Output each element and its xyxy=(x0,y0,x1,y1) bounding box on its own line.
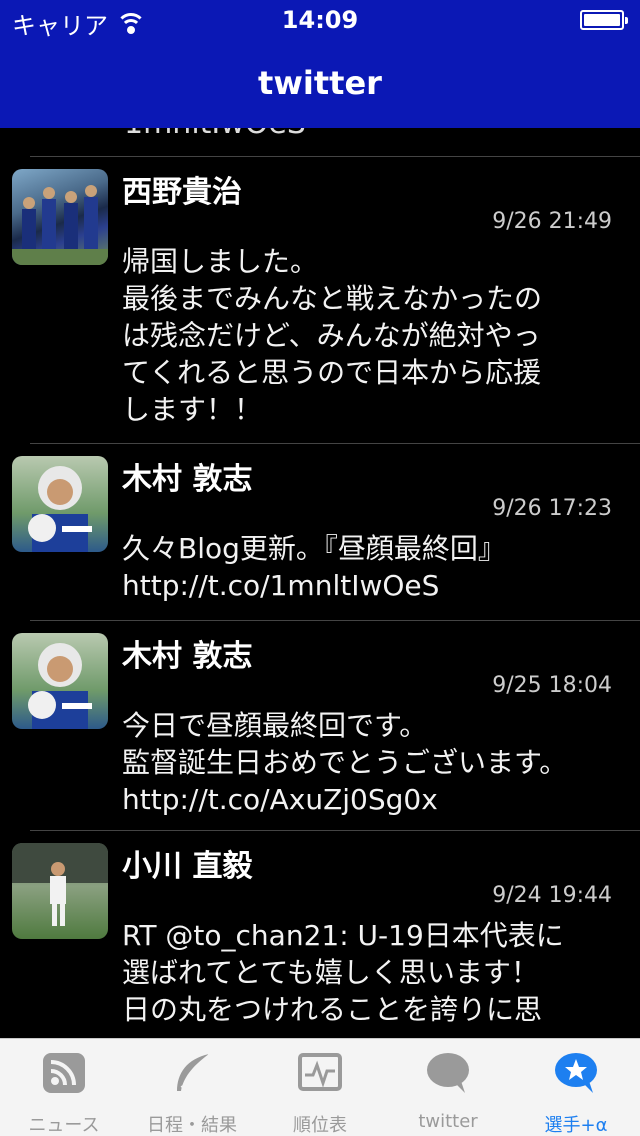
tweet-line: 日の丸をつけれることを誇りに思 xyxy=(122,993,543,1026)
page-title: twitter xyxy=(258,64,382,102)
speech-bubble-icon xyxy=(427,1053,469,1093)
tweet-text: 今日で昼顔最終回です。 監督誕生日おめでとうございます。 http://t.co… xyxy=(122,707,622,818)
tweet-line: します！！ xyxy=(122,393,263,426)
tweet-link[interactable]: http://t.co/1mnltIwOeS xyxy=(122,567,622,604)
tweet-line: 最後までみんなと戦えなかったの xyxy=(122,282,543,315)
tweet-item[interactable]: 西野貴治 9/26 21:49 帰国しました。 最後までみんなと戦えなかったの … xyxy=(0,157,640,443)
tweet-time: 9/26 21:49 xyxy=(492,209,612,234)
tweet-line: RT @to_chan21: U-19日本代表に xyxy=(122,919,564,952)
author-name: 木村 敦志 xyxy=(122,639,253,674)
tab-label: 日程・結果 xyxy=(147,1115,237,1136)
feather-icon xyxy=(177,1053,210,1091)
tweet-text: 帰国しました。 最後までみんなと戦えなかったの は残念だけど、みんなが絶対やっ … xyxy=(122,243,622,428)
rss-icon xyxy=(43,1053,85,1093)
star-bubble-icon xyxy=(555,1053,597,1093)
tweet-item[interactable]: 木村 敦志 9/25 18:04 今日で昼顔最終回です。 監督誕生日おめでとうご… xyxy=(0,621,640,830)
tweet-line: 帰国しました。 xyxy=(122,245,319,278)
tweet-item[interactable]: 木村 敦志 9/26 17:23 久々Blog更新。『昼顔最終回』 http:/… xyxy=(0,444,640,620)
tab-label: twitter xyxy=(418,1111,478,1132)
tweet-time: 9/25 18:04 xyxy=(492,673,612,698)
author-name: 木村 敦志 xyxy=(122,462,253,497)
tweet-line: 選ばれてとても嬉しく思います！ xyxy=(122,956,539,989)
tweet-link[interactable]: http://t.co/AxuZj0Sg0x xyxy=(122,781,622,818)
tweet-feed[interactable]: 1mnltIwOeS 西野貴治 9/26 21:49 帰国しました。 最後までみ… xyxy=(0,0,640,1038)
tab-standings[interactable]: 順位表 xyxy=(256,1039,384,1136)
tab-players[interactable]: 選手+α xyxy=(512,1039,640,1136)
tab-twitter[interactable]: twitter xyxy=(384,1039,512,1136)
avatar[interactable] xyxy=(12,169,108,265)
status-time: 14:09 xyxy=(281,6,359,34)
tab-label: ニュース xyxy=(28,1115,100,1136)
tweet-item[interactable]: 小川 直毅 9/24 19:44 RT @to_chan21: U-19日本代表… xyxy=(0,831,640,1038)
tweet-line: は残念だけど、みんなが絶対やっ xyxy=(122,319,541,352)
status-bar: キャリア 14:09 xyxy=(0,0,640,40)
tweet-text: 久々Blog更新。『昼顔最終回』 http://t.co/1mnltIwOeS xyxy=(122,530,622,604)
tweet-line: 久々Blog更新。『昼顔最終回』 xyxy=(122,532,506,565)
avatar[interactable] xyxy=(12,456,108,552)
author-name: 西野貴治 xyxy=(122,175,242,210)
tab-label: 選手+α xyxy=(544,1115,608,1136)
chart-monitor-icon xyxy=(298,1053,342,1091)
tab-bar: ニュース 日程・結果 順位表 twitter 選手+α xyxy=(0,1038,640,1136)
tab-news[interactable]: ニュース xyxy=(0,1039,128,1136)
tweet-text: RT @to_chan21: U-19日本代表に 選ばれてとても嬉しく思います！… xyxy=(122,917,622,1028)
tab-schedule-results[interactable]: 日程・結果 xyxy=(128,1039,256,1136)
tweet-line: 今日で昼顔最終回です。 xyxy=(122,709,428,742)
avatar[interactable] xyxy=(12,843,108,939)
tweet-time: 9/24 19:44 xyxy=(492,883,612,908)
avatar[interactable] xyxy=(12,633,108,729)
tweet-line: てくれると思うので日本から応援 xyxy=(122,356,542,389)
tab-label: 順位表 xyxy=(293,1115,347,1136)
tweet-time: 9/26 17:23 xyxy=(492,496,612,521)
navigation-bar: キャリア 14:09 twitter xyxy=(0,0,640,128)
author-name: 小川 直毅 xyxy=(122,849,253,884)
battery-icon xyxy=(580,10,628,30)
tweet-line: 監督誕生日おめでとうございます。 xyxy=(122,746,568,779)
